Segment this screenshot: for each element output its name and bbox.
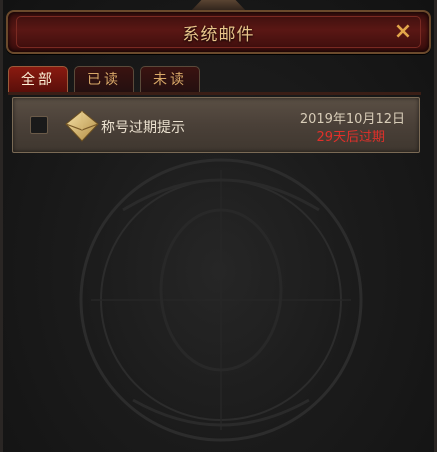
window-title: 系统邮件 xyxy=(182,25,255,45)
tab-all[interactable]: 全部 xyxy=(8,66,68,92)
tab-divider xyxy=(8,92,421,95)
mail-tabs: 全部 已读 未读 xyxy=(8,66,433,94)
envelope-icon xyxy=(65,110,99,142)
mail-subject: 称号过期提示 xyxy=(101,120,185,136)
mail-checkbox[interactable] xyxy=(30,116,48,134)
title-bar: 系统邮件 × xyxy=(6,10,431,54)
close-icon: × xyxy=(393,19,413,44)
close-button[interactable]: × xyxy=(391,20,415,44)
tab-unread[interactable]: 未读 xyxy=(140,66,200,92)
mail-date: 2019年10月12日 xyxy=(299,112,405,127)
mail-expiry: 29天后过期 xyxy=(316,130,385,145)
mail-list-item[interactable]: 称号过期提示 2019年10月12日 29天后过期 xyxy=(12,97,420,153)
tab-read[interactable]: 已读 xyxy=(74,66,134,92)
